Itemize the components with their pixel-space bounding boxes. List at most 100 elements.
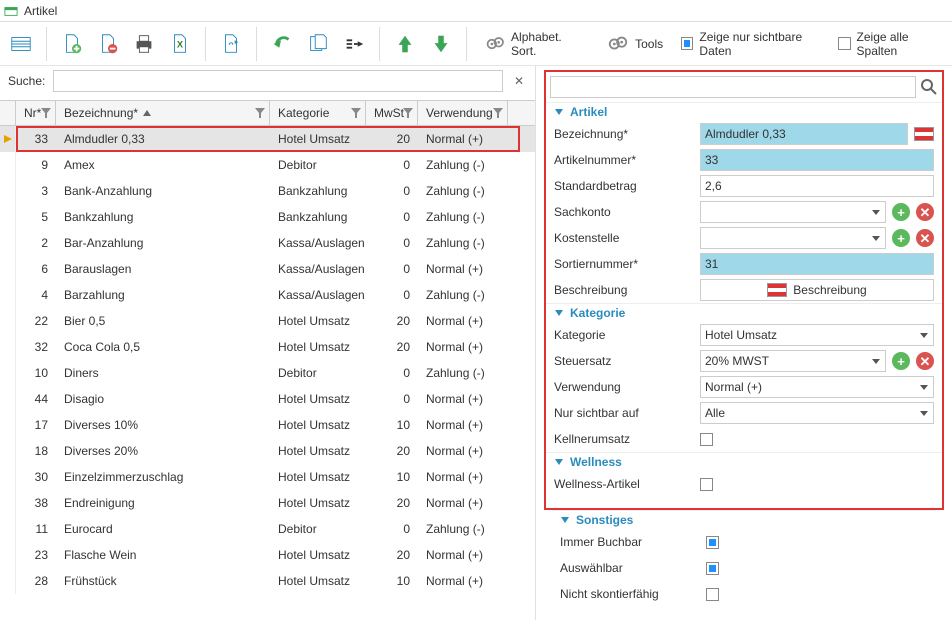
show-visible-only-check[interactable]: Zeige nur sichtbare Daten [681,30,828,58]
section-wellness[interactable]: Wellness [546,452,942,471]
col-mwst[interactable]: MwSt [366,101,418,125]
cell-mwst: 0 [366,522,418,536]
cell-bezeichnung: Einzelzimmerzuschlag [56,470,270,484]
label-immer-buchbar: Immer Buchbar [560,535,700,549]
table-row[interactable]: 10DinersDebitor0Zahlung (-) [0,360,535,386]
section-kategorie[interactable]: Kategorie [546,303,942,322]
cell-verwendung: Zahlung (-) [418,366,508,380]
dropdown-nur-sichtbar-auf[interactable]: Alle [700,402,934,424]
cell-mwst: 20 [366,548,418,562]
table-row[interactable]: 11EurocardDebitor0Zahlung (-) [0,516,535,542]
filter-icon[interactable] [351,107,361,117]
beschreibung-button[interactable]: Beschreibung [700,279,934,301]
input-sortiernummer[interactable]: 31 [700,253,934,275]
table-row[interactable]: 44DisagioHotel Umsatz0Normal (+) [0,386,535,412]
refresh-button[interactable] [216,28,246,60]
table-row[interactable]: 28FrühstückHotel Umsatz10Normal (+) [0,568,535,594]
cell-nr: 23 [16,548,56,562]
table-row[interactable]: 9AmexDebitor0Zahlung (-) [0,152,535,178]
delete-kostenstelle-button[interactable]: ✕ [916,229,934,247]
add-sachkonto-button[interactable]: + [892,203,910,221]
undo-button[interactable] [267,28,297,60]
dropdown-verwendung[interactable]: Normal (+) [700,376,934,398]
cell-verwendung: Normal (+) [418,444,508,458]
table-row[interactable]: 38EndreinigungHotel Umsatz20Normal (+) [0,490,535,516]
flag-at-icon[interactable] [914,127,934,141]
table-row[interactable]: 23Flasche WeinHotel Umsatz20Normal (+) [0,542,535,568]
table-row[interactable]: 5BankzahlungBankzahlung0Zahlung (-) [0,204,535,230]
checkbox-auswaehlbar[interactable] [706,562,719,575]
table-row[interactable]: 33Almdudler 0,33Hotel Umsatz20Normal (+) [0,126,535,152]
dropdown-kostenstelle[interactable] [700,227,886,249]
cell-bezeichnung: Almdudler 0,33 [56,132,270,146]
cell-bezeichnung: Barauslagen [56,262,270,276]
label-kategorie: Kategorie [554,328,694,342]
input-artikelnummer[interactable]: 33 [700,149,934,171]
detail-search-row [546,72,942,102]
alpha-sort-button[interactable]: Alphabet. Sort. [477,28,594,60]
search-input[interactable] [53,70,503,92]
label-sortiernummer: Sortiernummer* [554,257,694,271]
cell-kategorie: Bankzahlung [270,184,366,198]
filter-icon[interactable] [493,107,503,117]
search-icon[interactable] [920,78,938,96]
window-title: Artikel [24,4,57,18]
table-row[interactable]: 3Bank-AnzahlungBankzahlung0Zahlung (-) [0,178,535,204]
input-bezeichnung[interactable]: Almdudler 0,33 [700,123,908,145]
print-button[interactable] [129,28,159,60]
label-verwendung: Verwendung [554,380,694,394]
table-row[interactable]: 17Diverses 10%Hotel Umsatz10Normal (+) [0,412,535,438]
cell-verwendung: Normal (+) [418,574,508,588]
dropdown-kategorie[interactable]: Hotel Umsatz [700,324,934,346]
checkbox-kellnerumsatz[interactable] [700,433,713,446]
checkbox-wellness-artikel[interactable] [700,478,713,491]
filter-icon[interactable] [255,107,265,117]
tools-button[interactable]: Tools [599,28,671,60]
new-button[interactable] [57,28,87,60]
move-up-button[interactable] [390,28,420,60]
row-gutter [0,256,16,282]
cell-verwendung: Zahlung (-) [418,184,508,198]
cell-nr: 30 [16,470,56,484]
delete-steuersatz-button[interactable]: ✕ [916,352,934,370]
table-row[interactable]: 6BarauslagenKassa/Auslagen0Normal (+) [0,256,535,282]
table-row[interactable]: 4BarzahlungKassa/Auslagen0Zahlung (-) [0,282,535,308]
link-button[interactable] [339,28,369,60]
grid-button[interactable] [6,28,36,60]
cell-kategorie: Hotel Umsatz [270,548,366,562]
table-row[interactable]: 22Bier 0,5Hotel Umsatz20Normal (+) [0,308,535,334]
add-kostenstelle-button[interactable]: + [892,229,910,247]
delete-sachkonto-button[interactable]: ✕ [916,203,934,221]
row-gutter [0,334,16,360]
filter-icon[interactable] [403,107,413,117]
add-steuersatz-button[interactable]: + [892,352,910,370]
checkbox-immer-buchbar[interactable] [706,536,719,549]
col-bezeichnung[interactable]: Bezeichnung* [56,101,270,125]
section-sonstiges[interactable]: Sonstiges [552,510,936,529]
checkbox-nicht-skontierfaehig[interactable] [706,588,719,601]
move-down-button[interactable] [426,28,456,60]
filter-icon[interactable] [41,107,51,117]
table-row[interactable]: 32Coca Cola 0,5Hotel Umsatz20Normal (+) [0,334,535,360]
clear-search-button[interactable]: ✕ [511,74,527,88]
checkbox-icon [838,37,850,50]
input-standardbetrag[interactable]: 2,6 [700,175,934,197]
row-gutter [0,360,16,386]
dropdown-sachkonto[interactable] [700,201,886,223]
dropdown-steuersatz[interactable]: 20% MWST [700,350,886,372]
show-all-columns-check[interactable]: Zeige alle Spalten [838,30,946,58]
cell-mwst: 10 [366,418,418,432]
table-row[interactable]: 18Diverses 20%Hotel Umsatz20Normal (+) [0,438,535,464]
col-nr[interactable]: Nr* [16,101,56,125]
copy-button[interactable] [303,28,333,60]
delete-button[interactable] [93,28,123,60]
cell-mwst: 0 [366,366,418,380]
col-kategorie[interactable]: Kategorie [270,101,366,125]
table-row[interactable]: 30EinzelzimmerzuschlagHotel Umsatz10Norm… [0,464,535,490]
table-row[interactable]: 2Bar-AnzahlungKassa/Auslagen0Zahlung (-) [0,230,535,256]
detail-search-input[interactable] [550,76,916,98]
export-excel-button[interactable]: X [165,28,195,60]
section-artikel[interactable]: Artikel [546,102,942,121]
cell-verwendung: Normal (+) [418,132,508,146]
col-verwendung[interactable]: Verwendung [418,101,508,125]
